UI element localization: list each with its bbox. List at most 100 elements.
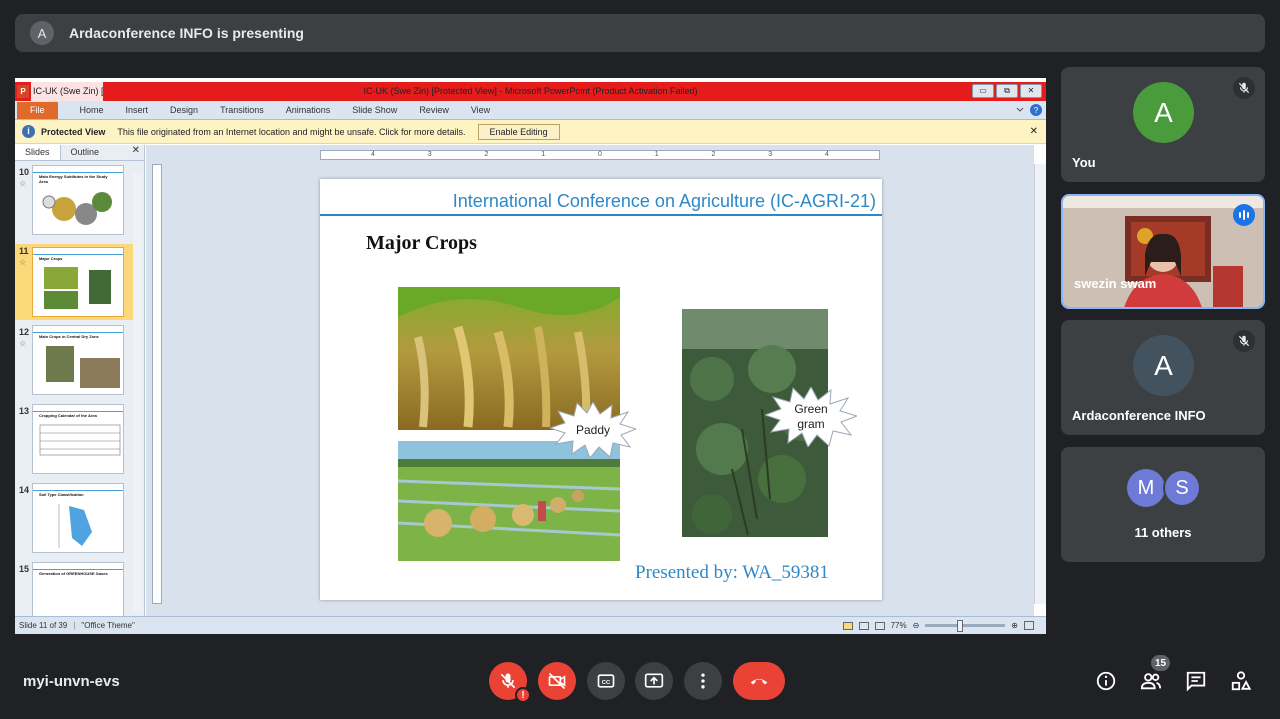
close-window-button[interactable]: ✕ — [1020, 84, 1042, 98]
slides-pane-scrollbar[interactable] — [133, 173, 143, 613]
end-call-button[interactable] — [733, 662, 785, 700]
zoom-slider[interactable] — [925, 620, 1006, 632]
speaking-indicator-icon — [1233, 204, 1255, 226]
avatar: A — [1133, 82, 1194, 143]
meeting-details-button[interactable] — [1093, 668, 1119, 694]
animation-icon: ☆ — [19, 339, 27, 348]
mic-off-icon — [1233, 330, 1255, 352]
tab-slides[interactable]: Slides — [15, 145, 61, 160]
captions-button[interactable]: CC — [587, 662, 625, 700]
zoom-level[interactable]: 77% — [891, 621, 907, 630]
shared-screen: P IC-UK (Swe Zin) [I IC-UK (Swe Zin) [Pr… — [15, 78, 1046, 634]
green-gram-label-line1: Green — [794, 402, 828, 416]
present-button[interactable] — [635, 662, 673, 700]
pane-close-icon[interactable]: ✕ — [132, 145, 140, 160]
more-icon — [701, 673, 705, 689]
tab-review[interactable]: Review — [419, 105, 449, 115]
mic-toggle-button[interactable]: ! — [489, 662, 531, 703]
activities-button[interactable] — [1228, 668, 1254, 694]
tab-file[interactable]: File — [17, 101, 58, 119]
tab-slide-show[interactable]: Slide Show — [352, 105, 397, 115]
thumbnail-title: Main Crops in Central Dry Zone — [39, 334, 99, 339]
ribbon-tabs: File Home Insert Design Transitions Anim… — [15, 101, 1046, 120]
ppt-title-bar: P IC-UK (Swe Zin) [I IC-UK (Swe Zin) [Pr… — [15, 82, 1046, 101]
people-button[interactable]: 15 — [1138, 655, 1170, 694]
people-icon — [1140, 673, 1162, 690]
captions-icon: CC — [597, 674, 615, 688]
minimize-button[interactable]: ▭ — [972, 84, 994, 98]
theme-name: "Office Theme" — [81, 621, 135, 630]
protected-view-bar: i Protected View This file originated fr… — [15, 120, 1046, 144]
camera-toggle-button[interactable] — [538, 662, 576, 700]
help-icon[interactable]: ? — [1030, 104, 1042, 116]
slide-count: Slide 11 of 39 — [19, 621, 68, 630]
ppt-status-bar: Slide 11 of 39 | "Office Theme" 77% ⊖ ⊕ — [15, 616, 1046, 634]
sorter-view-icon[interactable] — [858, 621, 869, 630]
tab-view[interactable]: View — [471, 105, 490, 115]
svg-text:?: ? — [1034, 106, 1039, 115]
presenter-line: Presented by: WA_59381 — [635, 562, 829, 583]
protected-view-message[interactable]: This file originated from an Internet lo… — [117, 127, 465, 137]
thumbnail-title: Major Crops — [39, 256, 63, 261]
green-gram-label-line2: gram — [797, 417, 825, 431]
paddy-label: Paddy — [575, 422, 611, 437]
present-icon — [644, 673, 664, 688]
people-count-badge: 15 — [1151, 655, 1170, 671]
tab-transitions[interactable]: Transitions — [220, 105, 264, 115]
participant-name: swezin swam — [1074, 276, 1157, 291]
thumbnail-title: Cropping Calendar of the Area — [39, 413, 97, 418]
thumbnail-title: Generation of GREENHOUSE Gases — [39, 571, 108, 576]
chevron-down-icon[interactable] — [1016, 107, 1024, 113]
zoom-out-icon[interactable]: ⊖ — [913, 621, 920, 630]
participant-tile-others[interactable]: M S 11 others — [1061, 447, 1265, 562]
slides-pane: Slides Outline ✕ 10 ☆ Main Energy Subtit… — [15, 145, 145, 632]
svg-text:CC: CC — [602, 680, 611, 686]
meeting-code[interactable]: myi-unvn-evs — [23, 673, 120, 690]
avatar: A — [1133, 335, 1194, 396]
activities-icon — [1231, 671, 1252, 691]
participant-tile-you[interactable]: A You — [1061, 67, 1265, 182]
chat-icon — [1186, 671, 1206, 692]
canvas-scrollbar[interactable] — [1034, 164, 1046, 604]
current-slide[interactable]: International Conference on Agriculture … — [320, 179, 882, 600]
horizontal-ruler: 432 101 234 — [320, 150, 880, 160]
paddy-callout: Paddy — [550, 402, 636, 458]
mic-off-icon — [1233, 77, 1255, 99]
ppt-window-title: IC-UK (Swe Zin) [Protected View] - Micro… — [363, 86, 698, 96]
slide-thumbnail[interactable]: 10 ☆ Main Energy Subtitutes in the Study… — [15, 165, 143, 237]
tab-animations[interactable]: Animations — [286, 105, 331, 115]
protected-view-label: Protected View — [41, 126, 106, 137]
zoom-in-icon[interactable]: ⊕ — [1011, 621, 1018, 630]
restore-button[interactable]: ⧉ — [996, 84, 1018, 98]
slide-heading: Major Crops — [366, 232, 477, 254]
slide-thumbnail[interactable]: 12 ☆ Main Crops in Central Dry Zone — [15, 325, 143, 397]
enable-editing-button[interactable]: Enable Editing — [477, 123, 560, 140]
tab-outline[interactable]: Outline — [61, 145, 110, 160]
slide-thumbnail[interactable]: 13 Cropping Calendar of the Area — [15, 404, 143, 476]
participant-name: 11 others — [1134, 525, 1192, 540]
participant-name: Ardaconference INFO — [1072, 408, 1206, 423]
more-options-button[interactable] — [684, 662, 722, 700]
tab-home[interactable]: Home — [80, 105, 104, 115]
vertical-ruler — [152, 164, 162, 604]
animation-icon: ☆ — [19, 179, 27, 188]
slide-thumbnail-selected[interactable]: 11 ☆ Major Crops — [15, 244, 143, 320]
reading-view-icon[interactable] — [874, 621, 885, 630]
info-icon — [1096, 671, 1116, 691]
slide-thumbnail[interactable]: 14 Soil Type Classification — [15, 483, 143, 555]
end-call-icon — [750, 678, 768, 685]
thumbnail-number: 10 — [19, 167, 30, 177]
participant-tile-swezin[interactable]: swezin swam — [1061, 194, 1265, 309]
green-gram-callout: Green gram — [765, 387, 857, 447]
presenting-text: Ardaconference INFO is presenting — [69, 25, 304, 41]
tab-design[interactable]: Design — [170, 105, 198, 115]
avatar: S — [1163, 469, 1201, 507]
close-icon[interactable]: ✕ — [1030, 126, 1038, 137]
tab-insert[interactable]: Insert — [126, 105, 149, 115]
chat-button[interactable] — [1183, 668, 1209, 694]
fit-slide-icon[interactable] — [1024, 621, 1034, 630]
thumbnail-number: 13 — [19, 406, 30, 416]
participant-tile-ardaconference[interactable]: A Ardaconference INFO — [1061, 320, 1265, 435]
rice-planting-image — [398, 441, 620, 561]
normal-view-icon[interactable] — [842, 621, 853, 630]
